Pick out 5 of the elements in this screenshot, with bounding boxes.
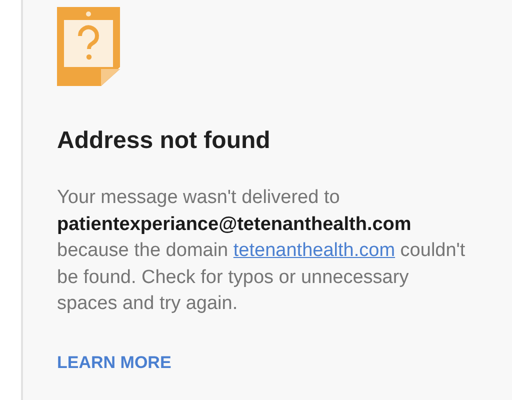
missing-document-icon: [57, 7, 120, 86]
error-title: Address not found: [57, 126, 272, 156]
domain-link[interactable]: tetenanthealth.com: [233, 240, 396, 262]
learn-more-link[interactable]: LEARN MORE: [57, 352, 172, 374]
error-message: Your message wasn't delivered to patientexperiance@tetenanthealth.com because the domain tetenanthealth.com couldn't be found. Check for typos or unnecessary spaces and try again.: [57, 186, 466, 316]
